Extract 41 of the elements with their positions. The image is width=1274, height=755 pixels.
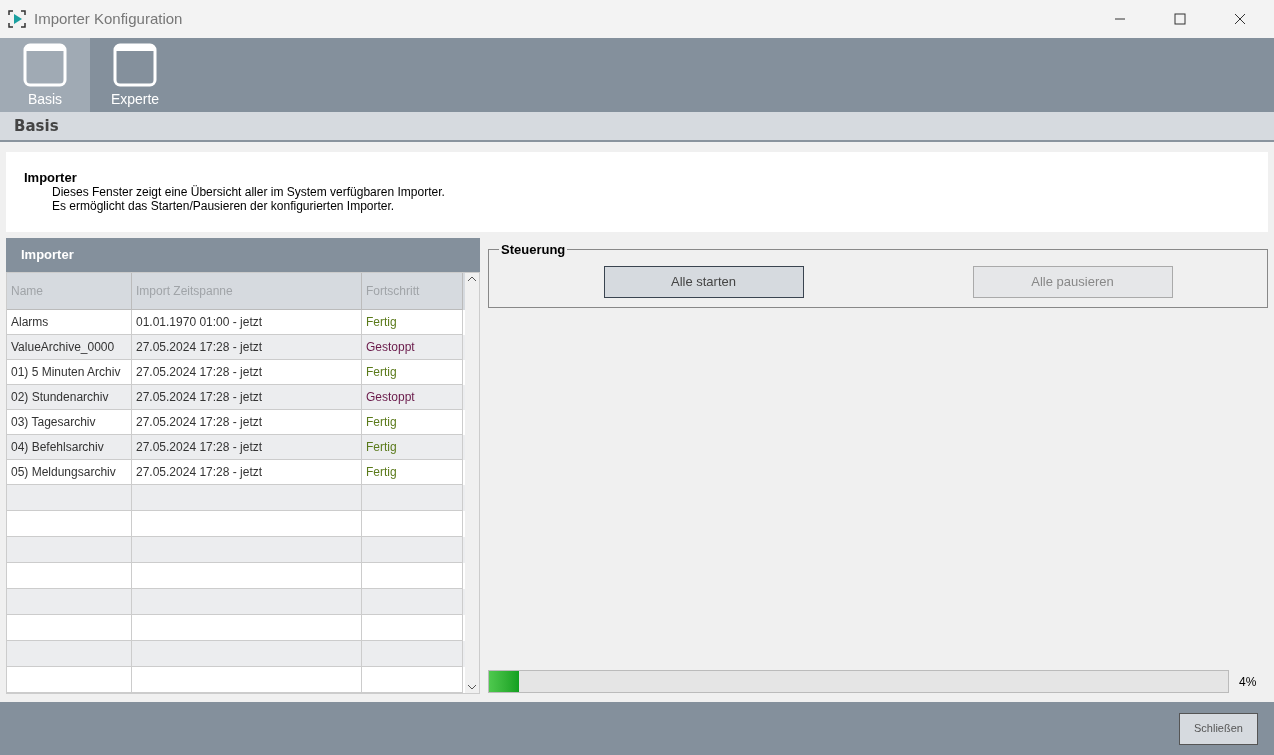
status-cell: Fertig (362, 309, 463, 335)
status-cell: Fertig (362, 434, 463, 460)
scroll-down-icon[interactable] (467, 684, 477, 690)
table-cell: ValueArchive_0000 (7, 334, 132, 360)
table-cell: 01) 5 Minuten Archiv (7, 359, 132, 385)
table-cell: 03) Tagesarchiv (7, 409, 132, 435)
table-cell: 27.05.2024 17:28 - jetzt (132, 334, 362, 360)
group-title: Steuerung (500, 241, 567, 259)
status-cell: Gestoppt (362, 334, 463, 360)
table-cell: 27.05.2024 17:28 - jetzt (132, 434, 362, 460)
table-cell: 27.05.2024 17:28 - jetzt (132, 459, 362, 485)
toolbar-tab[interactable]: Experte (90, 38, 180, 112)
table-cell: 27.05.2024 17:28 - jetzt (132, 384, 362, 410)
table-cell: 04) Befehlsarchiv (7, 434, 132, 460)
info-text: Es ermöglicht das Starten/Pausieren der konfigurierten Importer. (51, 199, 395, 213)
table-title: Importer (21, 246, 74, 265)
status-cell: Gestoppt (362, 384, 463, 410)
play-icon (8, 10, 26, 28)
table-cell: 27.05.2024 17:28 - jetzt (132, 409, 362, 435)
toolbar-tab[interactable]: Basis (0, 38, 90, 112)
scrollbar[interactable] (465, 273, 479, 693)
table-cell: 02) Stundenarchiv (7, 384, 132, 410)
section-title: Basis (14, 115, 59, 137)
window-icon (113, 43, 157, 87)
table-cell: 05) Meldungsarchiv (7, 459, 132, 485)
table-cell: Alarms (7, 309, 132, 335)
action-button[interactable]: Alle starten (603, 265, 804, 298)
info-title: Importer (24, 170, 77, 185)
info-text: Dieses Fenster zeigt eine Übersicht aller im System verfügbaren Importer. (51, 185, 445, 199)
close-icon[interactable] (1234, 13, 1246, 25)
table-cell: 01.01.1970 01:00 - jetzt (132, 309, 362, 335)
close-button[interactable]: Schließen (1179, 712, 1258, 745)
maximize-icon[interactable] (1174, 13, 1186, 25)
scroll-up-icon[interactable] (467, 276, 477, 282)
window-title: Importer Konfiguration (34, 8, 183, 29)
status-cell: Fertig (362, 359, 463, 385)
status-cell: Fertig (362, 409, 463, 435)
table-cell: 27.05.2024 17:28 - jetzt (132, 359, 362, 385)
progress-reading: 4% (1239, 673, 1257, 691)
window-icon (23, 43, 67, 87)
status-cell: Fertig (362, 459, 463, 485)
